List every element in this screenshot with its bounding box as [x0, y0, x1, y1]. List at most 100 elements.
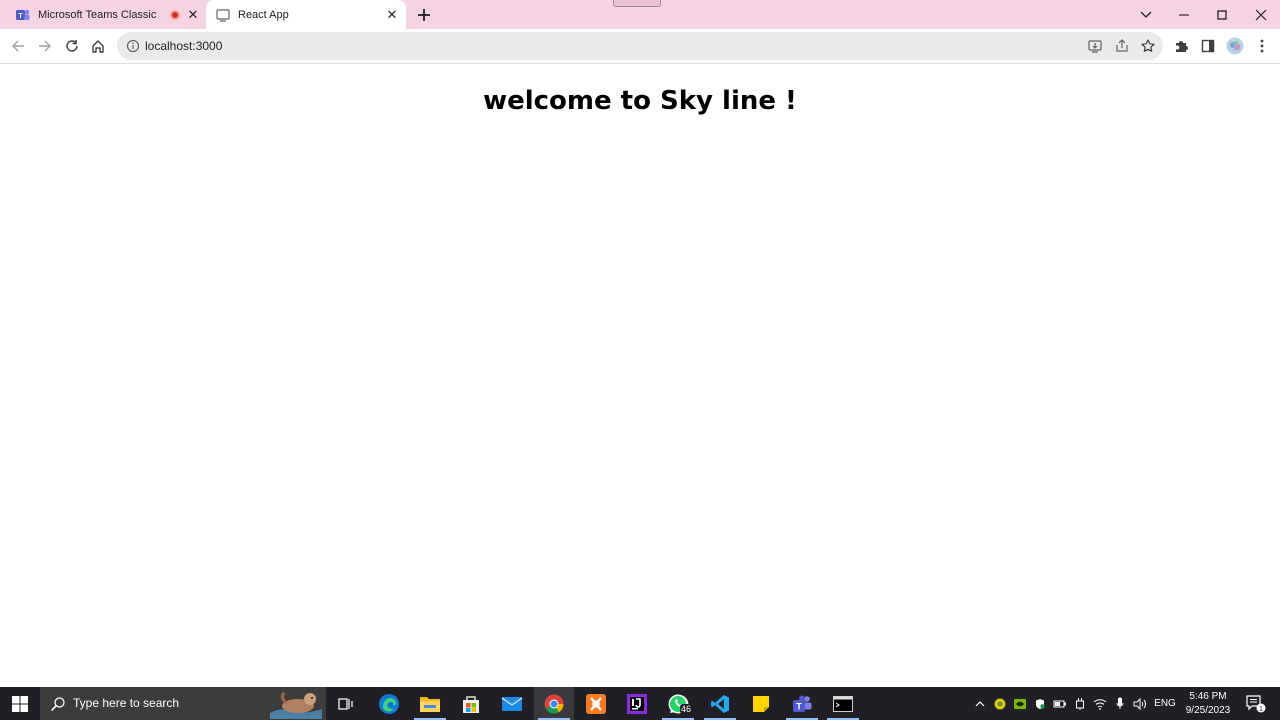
info-icon[interactable] — [126, 39, 140, 53]
page-content: welcome to Sky line ! — [0, 65, 1280, 687]
taskbar-chrome[interactable] — [534, 687, 574, 720]
forward-button[interactable] — [34, 35, 56, 57]
tray-power[interactable] — [1072, 687, 1088, 720]
install-app-icon[interactable] — [1085, 36, 1105, 56]
start-button[interactable] — [0, 687, 40, 720]
back-button[interactable] — [7, 35, 29, 57]
window-drag-handle[interactable] — [613, 0, 661, 7]
side-panel-icon — [1201, 39, 1215, 53]
kebab-menu-icon — [1260, 39, 1264, 53]
minimize-button[interactable] — [1165, 0, 1203, 29]
close-icon — [1255, 9, 1267, 20]
clock-time: 5:46 PM — [1189, 691, 1227, 702]
tab-title: Microsoft Teams Classic — [38, 8, 157, 21]
shield-icon — [1036, 698, 1045, 709]
reload-button[interactable] — [61, 35, 83, 57]
address-bar[interactable]: localhost:3000 — [117, 32, 1163, 60]
minimize-icon — [1179, 13, 1189, 16]
task-view-button[interactable] — [326, 687, 366, 720]
reload-icon — [66, 40, 78, 52]
tray-volume[interactable] — [1131, 687, 1149, 720]
windows-taskbar: Type here to search 46 T ENG 5:46 PM 9/2… — [0, 687, 1280, 720]
show-hidden-icons-button[interactable] — [972, 687, 988, 720]
puzzle-icon — [1176, 41, 1188, 52]
taskbar-sticky-notes[interactable] — [741, 687, 781, 720]
mail-icon — [501, 696, 523, 711]
tab-microsoft-teams[interactable]: T Microsoft Teams Classic ✕ — [8, 0, 204, 29]
svg-text:T: T — [796, 701, 802, 711]
avatar[interactable] — [1224, 35, 1246, 57]
forward-arrow-icon — [39, 40, 51, 52]
tab-search-button[interactable] — [1127, 0, 1165, 29]
tab-react-app[interactable]: React App ✕ — [206, 0, 406, 29]
tab-title: React App — [238, 8, 289, 21]
battery-icon — [1053, 700, 1066, 707]
search-highlight-illustration — [268, 689, 324, 719]
url-text[interactable]: localhost:3000 — [145, 39, 222, 53]
react-app-favicon — [216, 8, 230, 22]
notification-center-button[interactable]: 1 — [1243, 687, 1269, 720]
store-icon — [463, 695, 479, 713]
tray-nvidia[interactable] — [1012, 687, 1028, 720]
wifi-icon — [1093, 698, 1107, 710]
close-tab-icon[interactable]: ✕ — [384, 7, 400, 23]
tray-security[interactable] — [1032, 687, 1048, 720]
home-button[interactable] — [87, 35, 109, 57]
notification-badge: 46 — [680, 704, 693, 714]
microphone-icon — [1116, 697, 1124, 709]
star-icon[interactable] — [1138, 36, 1158, 56]
teams-icon: T — [793, 695, 812, 712]
edge-icon — [379, 693, 399, 714]
tray-wifi[interactable] — [1092, 687, 1108, 720]
clock-date: 9/25/2023 — [1185, 705, 1231, 716]
svg-text:T: T — [18, 13, 23, 20]
terminal-icon — [833, 695, 853, 712]
extensions-button[interactable] — [1170, 35, 1192, 57]
nvidia-icon — [1014, 698, 1026, 709]
taskbar-terminal[interactable] — [823, 687, 863, 720]
taskbar-file-explorer[interactable] — [410, 687, 450, 720]
tab-strip: T Microsoft Teams Classic ✕ React App ✕ — [0, 0, 1280, 29]
intellij-icon — [627, 693, 647, 714]
tray-battery-saver[interactable] — [1052, 687, 1068, 720]
folder-icon — [420, 696, 440, 712]
taskbar-teams[interactable]: T — [782, 687, 822, 720]
notification-icon: 1 — [1246, 694, 1266, 713]
close-window-button[interactable] — [1242, 0, 1280, 29]
task-view-icon — [338, 697, 353, 710]
taskbar-search-box[interactable]: Type here to search — [40, 687, 326, 720]
power-plug-icon — [1076, 697, 1084, 710]
teams-icon: T — [16, 8, 30, 22]
speaker-icon — [1133, 697, 1146, 710]
taskbar-clock[interactable]: 5:46 PM 9/25/2023 — [1180, 690, 1236, 718]
xampp-icon — [586, 693, 606, 714]
taskbar-whatsapp[interactable]: 46 — [658, 687, 698, 720]
tray-microphone[interactable] — [1112, 687, 1128, 720]
chevron-down-icon — [1140, 11, 1152, 18]
search-placeholder: Type here to search — [73, 696, 180, 710]
tray-app-icon — [994, 698, 1006, 709]
windows-logo-icon — [12, 695, 28, 712]
tray-app-yellow[interactable] — [992, 687, 1008, 720]
vscode-icon — [711, 694, 729, 713]
page-heading: welcome to Sky line ! — [483, 86, 797, 116]
taskbar-xampp[interactable] — [576, 687, 616, 720]
close-tab-icon[interactable]: ✕ — [185, 7, 201, 23]
new-tab-button[interactable] — [414, 5, 434, 25]
taskbar-microsoft-store[interactable] — [451, 687, 491, 720]
taskbar-vscode[interactable] — [700, 687, 740, 720]
plus-icon — [418, 9, 430, 21]
side-panel-button[interactable] — [1197, 35, 1219, 57]
home-icon — [92, 40, 104, 53]
restore-button[interactable] — [1203, 0, 1241, 29]
notification-count: 1 — [1259, 706, 1263, 713]
taskbar-intellij[interactable] — [617, 687, 657, 720]
sticky-notes-icon — [753, 695, 769, 712]
taskbar-mail[interactable] — [492, 687, 532, 720]
tray-language[interactable]: ENG — [1152, 687, 1178, 720]
browser-toolbar: localhost:3000 — [0, 29, 1280, 64]
chrome-menu-button[interactable] — [1251, 35, 1273, 57]
share-icon[interactable] — [1112, 36, 1132, 56]
taskbar-edge[interactable] — [369, 687, 409, 720]
restore-icon — [1217, 9, 1227, 20]
